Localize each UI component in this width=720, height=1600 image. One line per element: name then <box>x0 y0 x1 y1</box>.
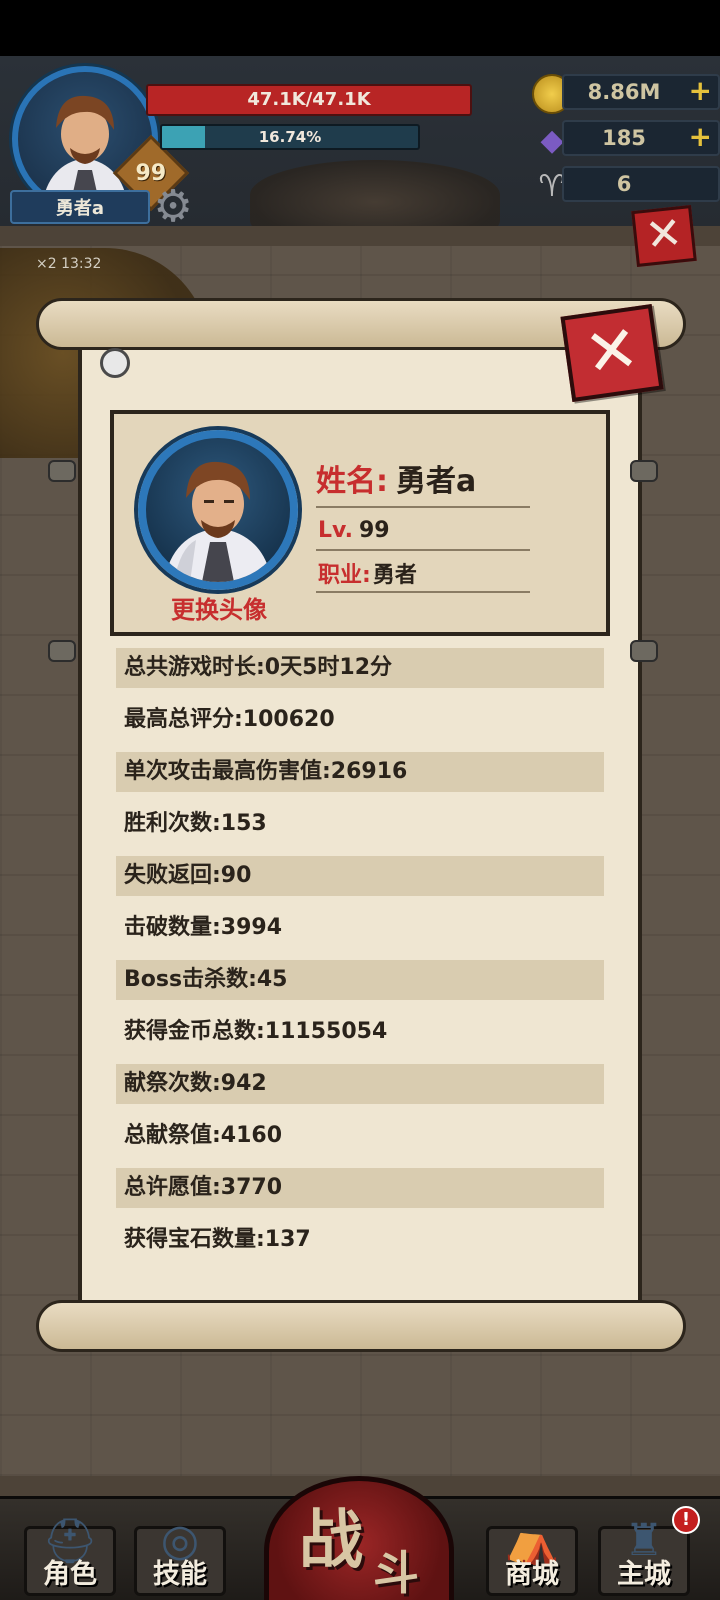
name-label: 姓名: <box>316 464 388 499</box>
stat-row: 献祭次数:942 <box>116 1064 604 1104</box>
stat-row: 总共游戏时长:0天5时12分 <box>116 648 604 688</box>
gold-value: 8.86M <box>587 80 661 104</box>
boost-timer: ×2 13:32 <box>36 256 102 272</box>
scroll-knob-icon <box>48 460 76 482</box>
horn-counter: 6 <box>562 166 720 202</box>
stat-row: 最高总评分:100620 <box>124 707 335 732</box>
scroll-knob-icon <box>630 460 658 482</box>
stat-row: 总献祭值:4160 <box>124 1123 283 1148</box>
level-value: 99 <box>358 518 390 543</box>
job-label: 职业: <box>318 563 371 588</box>
gem-add-button[interactable]: + <box>689 122 712 152</box>
divider <box>316 549 530 551</box>
nav-skill-label: 技能 <box>153 1559 207 1590</box>
player-name: 勇者a <box>55 198 105 219</box>
stat-row: 胜利次数:153 <box>124 811 267 836</box>
xp-bar: 16.74% <box>160 124 420 150</box>
divider <box>316 506 530 508</box>
stat-row: 获得金币总数:11155054 <box>124 1019 388 1044</box>
gold-counter[interactable]: 8.86M + <box>562 74 720 110</box>
profile-name-row: 姓名: 勇者a <box>316 456 476 500</box>
hp-bar: 47.1K/47.1K <box>146 84 472 116</box>
close-icon: ✕ <box>580 311 644 393</box>
stats-list[interactable]: 总共游戏时长:0天5时12分 最高总评分:100620 单次攻击最高伤害值:26… <box>116 648 604 1266</box>
change-avatar-button[interactable]: 更换头像 <box>148 592 290 628</box>
nav-role-button[interactable]: ⛑ 角色 <box>24 1516 116 1596</box>
job-value: 勇者 <box>372 563 417 588</box>
gem-counter[interactable]: 185 + <box>562 120 720 156</box>
guild-emblem <box>250 160 500 230</box>
profile-level-row: Lv. 99 <box>318 518 390 550</box>
scroll-knob-icon <box>630 640 658 662</box>
scroll-bottom-roll <box>36 1300 686 1352</box>
status-bar <box>0 0 720 56</box>
gem-value: 185 <box>602 126 646 150</box>
scroll-knob-icon <box>48 640 76 662</box>
nav-role-label: 角色 <box>43 1559 97 1590</box>
settings-gear-icon[interactable]: ⚙ <box>150 184 196 230</box>
stat-row: 获得宝石数量:137 <box>124 1227 311 1252</box>
gold-add-button[interactable]: + <box>689 76 712 106</box>
nav-shop-button[interactable]: ⛺ 商城 <box>486 1516 578 1596</box>
city-alert-badge: ! <box>672 1506 700 1534</box>
divider <box>316 591 530 593</box>
nav-city-button[interactable]: ♜ 主城 <box>598 1515 690 1596</box>
stat-row: Boss击杀数:45 <box>116 960 604 1000</box>
battle-label-1: 战 <box>299 1504 363 1578</box>
stat-row: 总许愿值:3770 <box>116 1168 604 1208</box>
horn-value: 6 <box>616 172 632 196</box>
stat-row: 失败返回:90 <box>116 856 604 896</box>
level-label: Lv. <box>318 518 353 543</box>
pin-icon <box>100 348 130 378</box>
xp-text: 16.74% <box>258 128 322 146</box>
stat-row: 击破数量:3994 <box>124 915 283 940</box>
hero-portrait-icon <box>164 461 272 582</box>
nav-shop-label: 商城 <box>505 1559 559 1590</box>
player-name-plate: 勇者a <box>10 190 150 224</box>
background-close-icon[interactable]: ✕ <box>631 205 697 267</box>
hp-text: 47.1K/47.1K <box>247 89 371 110</box>
battle-label-2: 斗 <box>373 1546 419 1600</box>
nav-skill-button[interactable]: ◎ 技能 <box>134 1515 226 1596</box>
name-value: 勇者a <box>396 464 477 499</box>
close-button[interactable]: ✕ <box>560 304 664 402</box>
stat-row: 单次攻击最高伤害值:26916 <box>116 752 604 792</box>
profile-job-row: 职业: 勇者 <box>318 557 417 589</box>
nav-city-label: 主城 <box>617 1559 671 1590</box>
profile-avatar[interactable] <box>138 430 298 590</box>
